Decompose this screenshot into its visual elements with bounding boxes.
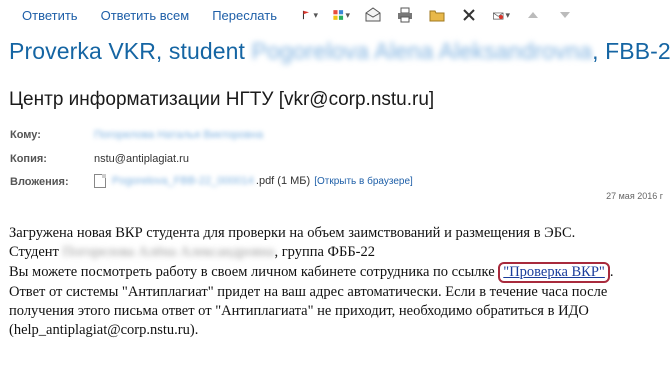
- subject-student-name: Pogorelova Alena Aleksandrovna: [251, 38, 593, 64]
- message-toolbar: Ответить Ответить всем Переслать ▾ ▾ ▾: [0, 0, 671, 30]
- cc-value[interactable]: nstu@antiplagiat.ru: [94, 153, 189, 165]
- attachment-name[interactable]: Pogorelova_FBB-22_000014: [112, 175, 254, 187]
- body-line-2-suffix: , группа ФББ-22: [274, 244, 375, 260]
- body-line-2-prefix: Студент: [9, 244, 63, 260]
- subject-suffix: , FBB-2: [592, 38, 671, 64]
- delete-icon[interactable]: [460, 6, 478, 24]
- body-line-3-prefix: Вы можете посмотреть работу в своем личн…: [9, 264, 499, 280]
- open-in-browser-link[interactable]: [Открыть в браузере]: [314, 176, 413, 187]
- body-line-5: получения этого письма ответ от "Антипла…: [9, 303, 589, 319]
- attachment-item: Pogorelova_FBB-22_000014 .pdf (1 МБ) [От…: [94, 174, 413, 188]
- reply-button[interactable]: Ответить: [22, 8, 78, 23]
- vkr-check-link[interactable]: "Проверка ВКР": [503, 264, 605, 280]
- student-name: Погорелова Алёна Александровна: [62, 244, 275, 260]
- body-line-2: Студент Погорелова Алёна Александровна, …: [9, 243, 664, 262]
- message-date: 27 мая 2016 г: [606, 191, 663, 201]
- body-line-1: Загружена новая ВКР студента для проверк…: [9, 225, 576, 241]
- body-line-6: (help_antiplagiat@corp.nstu.ru).: [9, 322, 199, 338]
- down-icon[interactable]: [556, 6, 574, 24]
- reply-all-button[interactable]: Ответить всем: [101, 8, 190, 23]
- flag-icon[interactable]: ▾: [300, 6, 318, 24]
- up-icon[interactable]: [524, 6, 542, 24]
- categories-icon[interactable]: ▾: [332, 6, 350, 24]
- forward-button[interactable]: Переслать: [212, 8, 277, 23]
- document-icon: [94, 174, 106, 188]
- print-icon[interactable]: [396, 6, 414, 24]
- message-sender[interactable]: Центр информатизации НГТУ [vkr@corp.nstu…: [9, 89, 434, 111]
- body-line-3: Вы можете посмотреть работу в своем личн…: [9, 262, 664, 283]
- move-folder-icon[interactable]: [428, 6, 446, 24]
- chevron-down-icon: ▾: [345, 9, 350, 20]
- chevron-down-icon: ▾: [313, 9, 318, 20]
- junk-icon[interactable]: ▾: [492, 6, 510, 24]
- cc-label: Копия:: [10, 153, 47, 165]
- message-subject: Proverka VKR, student Pogorelova Alena A…: [9, 38, 671, 65]
- body-line-3-suffix: .: [609, 264, 614, 280]
- attachment-ext-size: .pdf (1 МБ): [255, 175, 311, 187]
- message-body: Загружена новая ВКР студента для проверк…: [9, 224, 664, 340]
- body-line-4: Ответ от системы "Антиплагиат" придет на…: [9, 284, 608, 300]
- to-label: Кому:: [10, 129, 41, 141]
- to-value[interactable]: Погорелова Наталья Викторовна: [94, 129, 263, 141]
- vkr-link-highlight: "Проверка ВКР": [498, 262, 610, 283]
- subject-prefix: Proverka VKR, student: [9, 38, 252, 64]
- mark-read-icon[interactable]: [364, 6, 382, 24]
- chevron-down-icon: ▾: [505, 9, 510, 20]
- attachments-label: Вложения:: [10, 176, 69, 188]
